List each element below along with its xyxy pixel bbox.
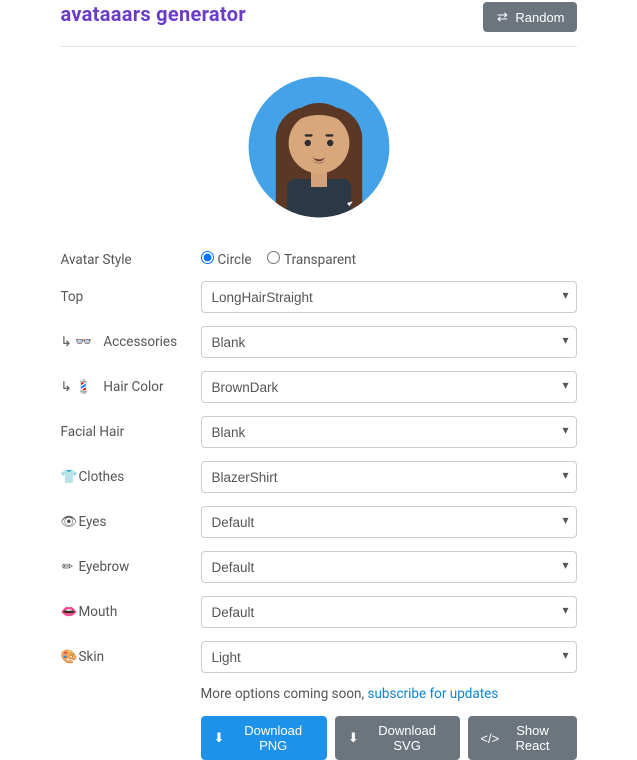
- eyes-icon: 👁: [61, 514, 75, 530]
- random-button[interactable]: ⇄ Random: [483, 2, 576, 32]
- shuffle-icon: ⇄: [495, 9, 509, 25]
- more-options-text: More options coming soon,: [201, 686, 368, 702]
- radio-circle[interactable]: Circle: [201, 252, 252, 268]
- download-svg-button[interactable]: ⬇ Download SVG: [335, 716, 461, 760]
- radio-circle-input[interactable]: [201, 251, 214, 264]
- radio-circle-label: Circle: [218, 252, 252, 268]
- radio-transparent-label: Transparent: [284, 252, 356, 268]
- eyebrow-select[interactable]: Default: [201, 551, 577, 583]
- accessories-label: Accessories: [103, 334, 177, 350]
- radio-transparent-input[interactable]: [267, 251, 280, 264]
- accessories-prefix-icon: ↳ 👓: [61, 334, 92, 350]
- top-label: Top: [61, 289, 84, 305]
- skin-icon: 🎨: [61, 649, 75, 665]
- haircolor-prefix-icon: ↳ 💈: [61, 379, 92, 395]
- mouth-select[interactable]: Default: [201, 596, 577, 628]
- page-title: avataaars generator: [61, 2, 246, 26]
- radio-transparent[interactable]: Transparent: [267, 252, 356, 268]
- haircolor-select[interactable]: BrownDark: [201, 371, 577, 403]
- download-icon: ⬇: [213, 730, 226, 746]
- eyebrow-label: Eyebrow: [79, 559, 130, 575]
- avatar-preview: [239, 67, 399, 227]
- download-icon: ⬇: [347, 730, 360, 746]
- avatar-style-label: Avatar Style: [61, 252, 201, 268]
- mouth-label: Mouth: [79, 604, 118, 620]
- top-select[interactable]: LongHairStraight: [201, 281, 577, 313]
- eyes-select[interactable]: Default: [201, 506, 577, 538]
- facialhair-select[interactable]: Blank: [201, 416, 577, 448]
- download-png-label: Download PNG: [232, 723, 315, 753]
- skin-label: Skin: [79, 649, 105, 665]
- divider: [61, 46, 577, 47]
- skin-select[interactable]: Light: [201, 641, 577, 673]
- eyes-label: Eyes: [79, 514, 107, 530]
- subscribe-link[interactable]: subscribe for updates: [368, 686, 499, 702]
- show-react-label: Show React: [500, 723, 564, 753]
- eyebrow-icon: ✏: [61, 559, 75, 575]
- show-react-button[interactable]: </> Show React: [468, 716, 576, 760]
- accessories-select[interactable]: Blank: [201, 326, 577, 358]
- mouth-icon: 👄: [61, 604, 75, 620]
- download-png-button[interactable]: ⬇ Download PNG: [201, 716, 327, 760]
- clothes-label: Clothes: [79, 469, 125, 485]
- facialhair-label: Facial Hair: [61, 424, 125, 440]
- clothes-icon: 👕: [61, 469, 75, 485]
- haircolor-label: Hair Color: [103, 379, 163, 395]
- random-button-label: Random: [515, 10, 564, 25]
- download-svg-label: Download SVG: [366, 723, 449, 753]
- clothes-select[interactable]: BlazerShirt: [201, 461, 577, 493]
